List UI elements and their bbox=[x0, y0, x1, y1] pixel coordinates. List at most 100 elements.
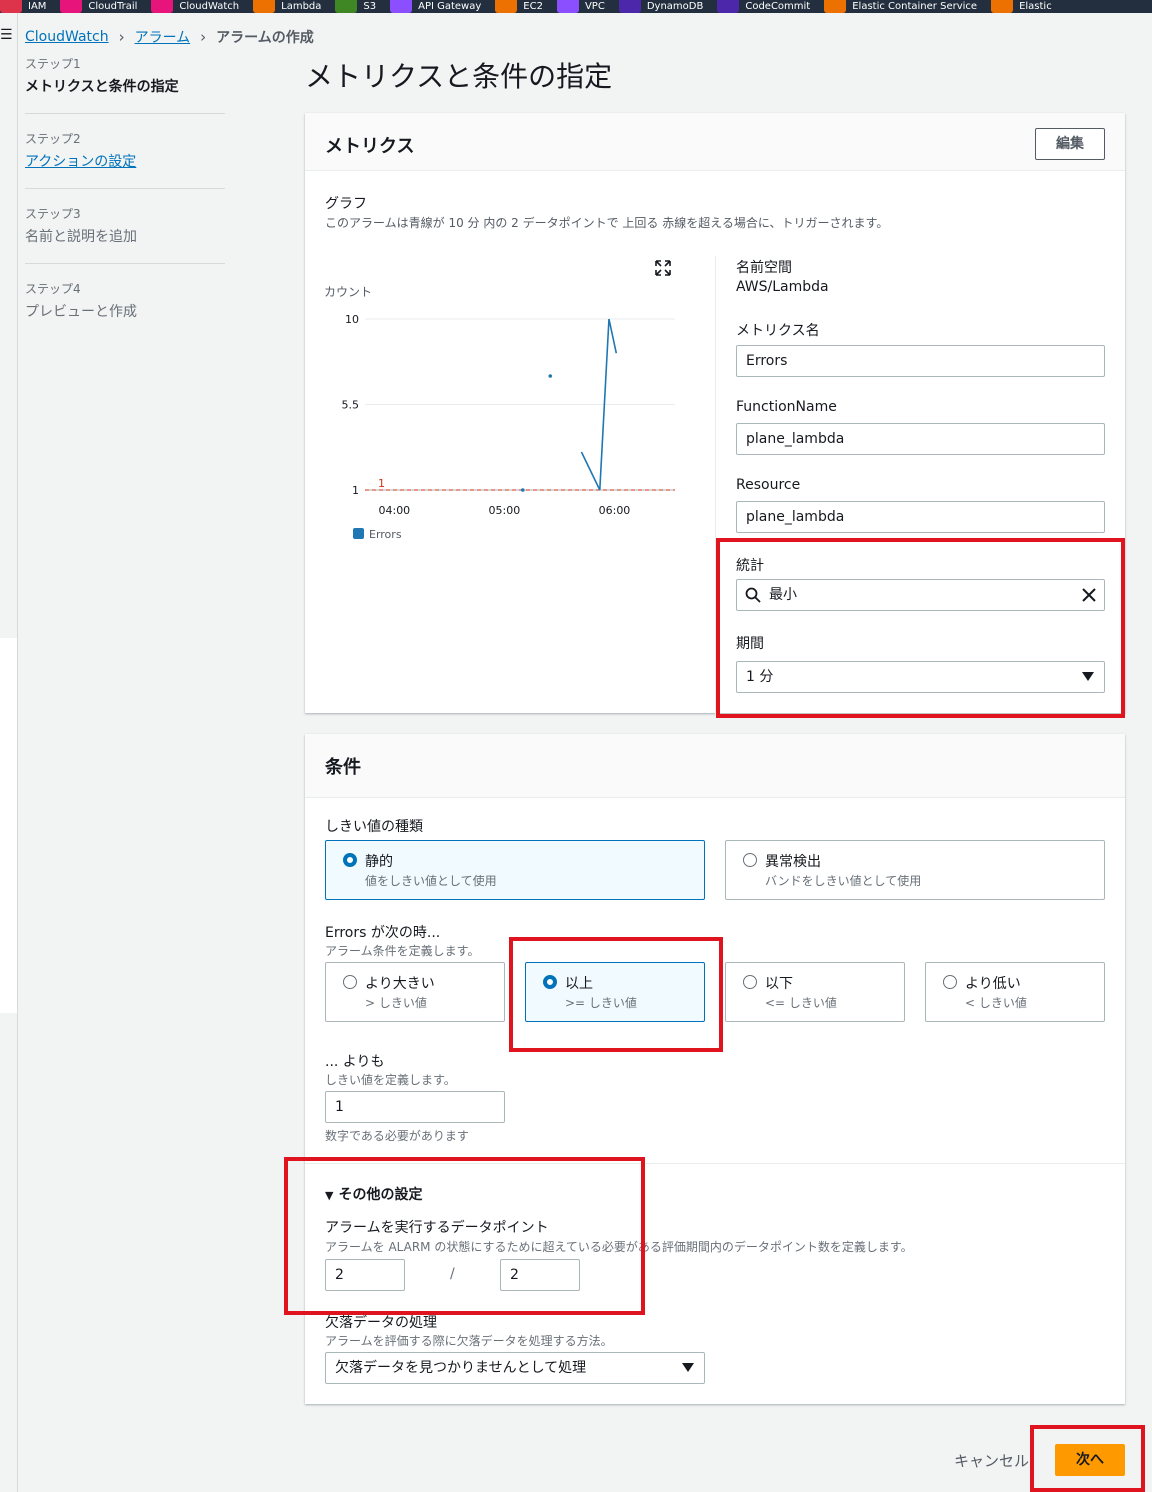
threshold-type-static[interactable]: 静的 値をしきい値として使用 bbox=[325, 840, 705, 900]
step-3: ステップ3 名前と説明を追加 bbox=[25, 205, 225, 264]
service-label: EC2 bbox=[523, 0, 543, 12]
option-title: 異常検出 bbox=[765, 854, 821, 870]
step-number: ステップ4 bbox=[25, 282, 81, 296]
conditions-panel-title: 条件 bbox=[325, 757, 361, 778]
step-number: ステップ3 bbox=[25, 207, 81, 221]
service-label: Elastic Container Service bbox=[852, 0, 978, 12]
service-shortcut[interactable]: CloudTrail bbox=[60, 0, 137, 13]
service-label: CodeCommit bbox=[745, 0, 811, 12]
y-tick-label: 5.5 bbox=[342, 399, 360, 412]
service-label: VPC bbox=[584, 0, 605, 12]
service-shortcut[interactable]: Lambda bbox=[253, 0, 321, 13]
service-icon bbox=[60, 0, 83, 13]
step-label: メトリクスと条件の指定 bbox=[25, 79, 179, 95]
metric-name-label: メトリクス名 bbox=[736, 323, 820, 339]
radio-unselected[interactable] bbox=[343, 975, 357, 989]
breadcrumb-alarms[interactable]: アラーム bbox=[135, 27, 191, 47]
service-shortcut[interactable]: CodeCommit bbox=[717, 0, 810, 13]
graph-description: このアラームは青線が 10 分 内の 2 データポイントで 上回る 赤線を超える… bbox=[325, 216, 889, 230]
service-shortcut[interactable]: Elastic bbox=[991, 0, 1052, 13]
resource-field[interactable]: plane_lambda bbox=[736, 501, 1105, 533]
service-shortcut[interactable]: API Gateway bbox=[390, 0, 481, 13]
graph-label: グラフ bbox=[325, 196, 367, 212]
than-description: しきい値を定義します。 bbox=[325, 1073, 456, 1087]
option-title: より大きい bbox=[365, 976, 435, 992]
operator-greater[interactable]: より大きい > しきい値 bbox=[325, 962, 505, 1022]
legend-label: Errors bbox=[369, 528, 402, 541]
edit-button[interactable]: 編集 bbox=[1035, 128, 1105, 160]
step-4: ステップ4 プレビューと作成 bbox=[25, 280, 225, 338]
legend-swatch bbox=[353, 528, 364, 539]
service-label: CloudTrail bbox=[88, 0, 138, 12]
than-label: ... よりも bbox=[325, 1054, 385, 1070]
service-shortcut[interactable]: EC2 bbox=[495, 0, 543, 13]
cancel-button[interactable]: キャンセル bbox=[954, 1450, 1029, 1471]
operator-less[interactable]: より低い < しきい値 bbox=[925, 962, 1105, 1022]
service-icon bbox=[991, 0, 1014, 13]
breadcrumb-current: アラームの作成 bbox=[216, 30, 314, 46]
left-rail: ☰ bbox=[0, 13, 18, 1492]
function-name-label: FunctionName bbox=[736, 399, 837, 415]
missing-data-value: 欠落データを見つかりませんとして処理 bbox=[335, 1360, 587, 1376]
when-description: アラーム条件を定義します。 bbox=[325, 944, 480, 958]
service-label: Lambda bbox=[281, 0, 322, 12]
highlight-box bbox=[509, 937, 723, 1052]
expand-icon[interactable] bbox=[655, 260, 671, 276]
radio-unselected[interactable] bbox=[743, 853, 757, 867]
step-link[interactable]: アクションの設定 bbox=[25, 151, 225, 171]
option-desc: 値をしきい値として使用 bbox=[365, 874, 497, 888]
breadcrumb-cloudwatch[interactable]: CloudWatch bbox=[25, 29, 109, 45]
service-label: CloudWatch bbox=[179, 0, 240, 12]
service-label: DynamoDB bbox=[646, 0, 704, 12]
service-icon bbox=[495, 0, 518, 13]
function-name-field[interactable]: plane_lambda bbox=[736, 423, 1105, 455]
wizard-steps: ステップ1 メトリクスと条件の指定 ステップ2 アクションの設定 ステップ3 名… bbox=[25, 55, 225, 354]
option-desc: バンドをしきい値として使用 bbox=[765, 874, 922, 888]
data-point bbox=[548, 374, 553, 378]
caret-down-icon bbox=[682, 1363, 694, 1372]
radio-unselected[interactable] bbox=[743, 975, 757, 989]
service-icon bbox=[253, 0, 276, 13]
conditions-panel-header: 条件 bbox=[305, 734, 1125, 798]
when-label: Errors が次の時... bbox=[325, 925, 441, 941]
threshold-value-input[interactable]: 1 bbox=[325, 1091, 505, 1123]
x-tick-label: 04:00 bbox=[378, 504, 410, 517]
missing-data-description: アラームを評価する際に欠落データを処理する方法。 bbox=[325, 1334, 613, 1348]
option-desc: > しきい値 bbox=[365, 996, 427, 1010]
service-icon bbox=[824, 0, 847, 13]
chevron-right-icon: › bbox=[118, 28, 125, 46]
service-label: IAM bbox=[28, 0, 47, 12]
missing-data-label: 欠落データの処理 bbox=[325, 1315, 437, 1331]
service-shortcut[interactable]: IAM bbox=[0, 0, 46, 13]
service-shortcut[interactable]: DynamoDB bbox=[618, 0, 704, 13]
service-icon bbox=[335, 0, 358, 13]
menu-icon[interactable]: ☰ bbox=[0, 27, 13, 43]
option-title: 静的 bbox=[365, 854, 393, 870]
service-shortcut[interactable]: VPC bbox=[556, 0, 605, 13]
step-number: ステップ2 bbox=[25, 132, 81, 146]
x-tick-label: 05:00 bbox=[489, 504, 521, 517]
option-desc: <= しきい値 bbox=[765, 996, 837, 1010]
service-shortcut[interactable]: Elastic Container Service bbox=[824, 0, 977, 13]
missing-data-select[interactable]: 欠落データを見つかりませんとして処理 bbox=[325, 1352, 705, 1384]
threshold-label: 1 bbox=[378, 477, 385, 490]
threshold-hint: 数字である必要があります bbox=[325, 1129, 469, 1143]
service-icon bbox=[0, 0, 22, 13]
metrics-panel-title: メトリクス bbox=[325, 136, 415, 157]
option-desc: < しきい値 bbox=[965, 996, 1027, 1010]
step-label: 名前と説明を追加 bbox=[25, 229, 137, 245]
threshold-type-anomaly[interactable]: 異常検出 バンドをしきい値として使用 bbox=[725, 840, 1105, 900]
option-title: 以下 bbox=[765, 976, 793, 992]
metric-name-field[interactable]: Errors bbox=[736, 345, 1105, 377]
service-shortcut[interactable]: S3 bbox=[335, 0, 376, 13]
service-shortcut[interactable]: CloudWatch bbox=[151, 0, 239, 13]
y-tick-label: 1 bbox=[352, 484, 359, 497]
namespace-label: 名前空間 bbox=[736, 260, 792, 276]
next-button[interactable]: 次へ bbox=[1055, 1444, 1125, 1476]
service-icon bbox=[618, 0, 641, 13]
radio-selected[interactable] bbox=[343, 853, 357, 867]
page-title: メトリクスと条件の指定 bbox=[305, 60, 613, 93]
operator-less-equal[interactable]: 以下 <= しきい値 bbox=[725, 962, 905, 1022]
metric-chart: カウント 10 5.5 1 1 04:00 05:00 06:00 Errors bbox=[324, 285, 675, 541]
radio-unselected[interactable] bbox=[943, 975, 957, 989]
